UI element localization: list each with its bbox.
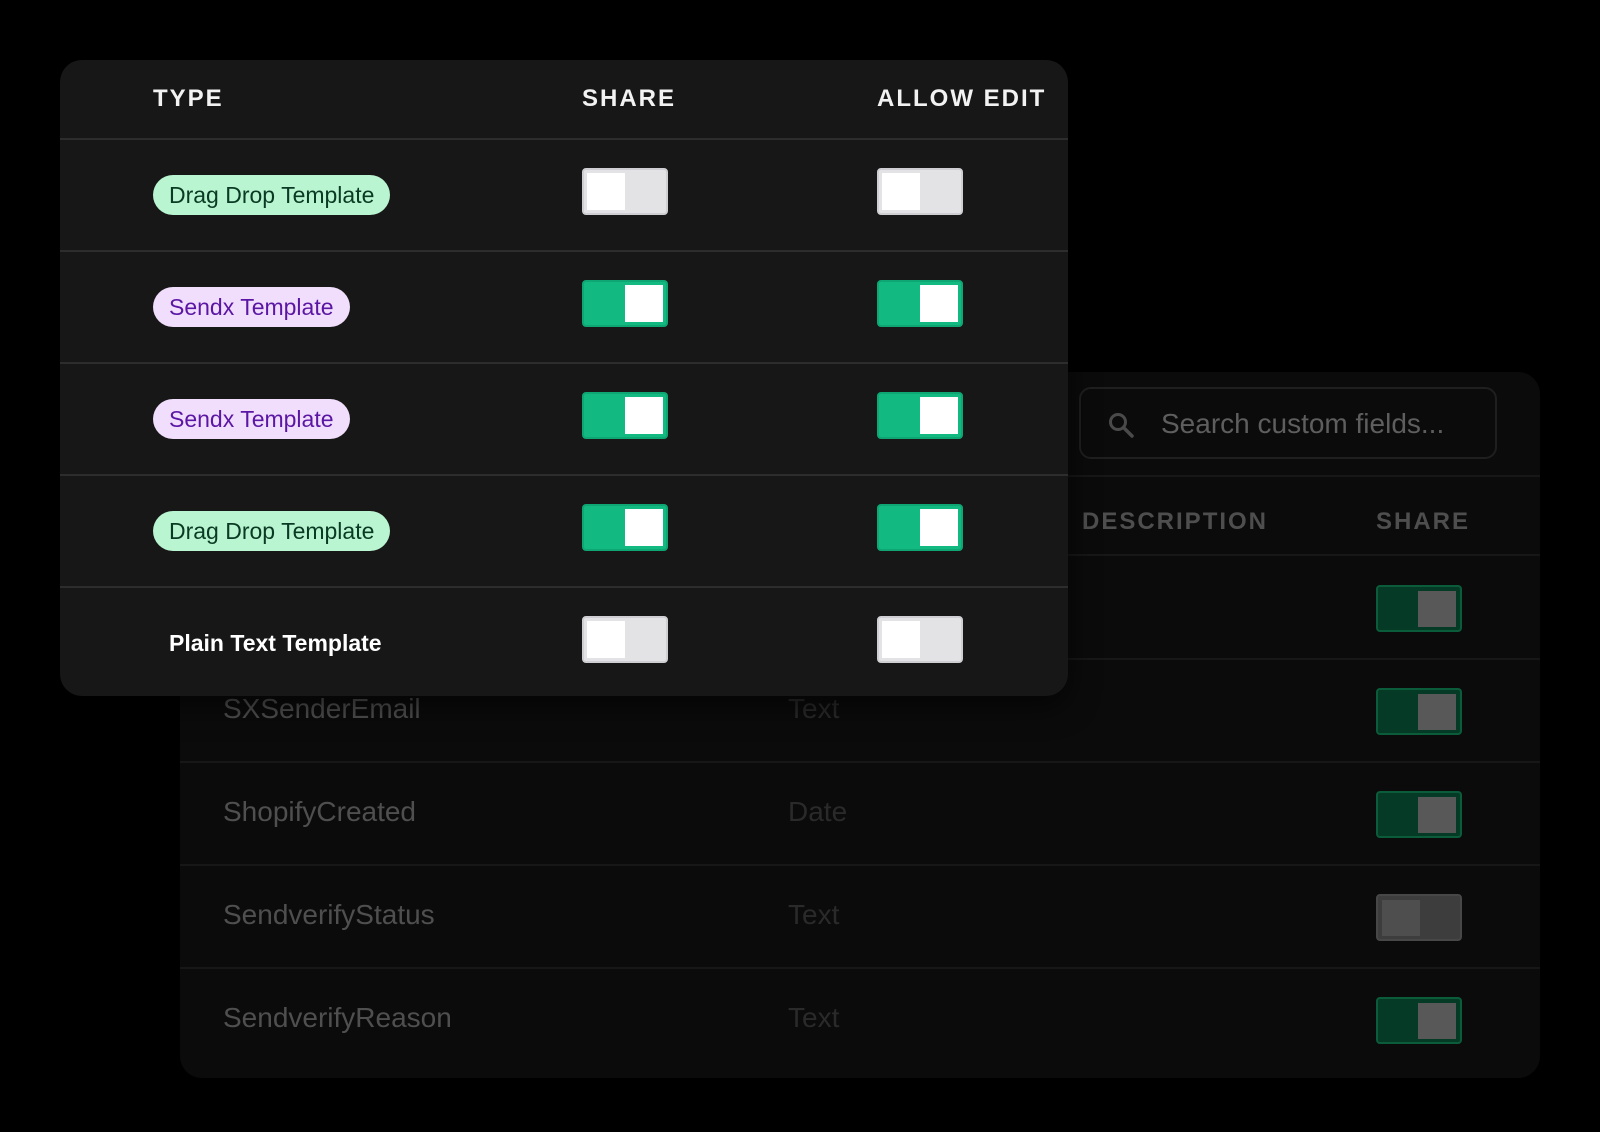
share-toggle[interactable]: [582, 168, 668, 215]
table-row: Plain Text Template: [60, 588, 1068, 696]
share-toggle[interactable]: [1376, 791, 1462, 838]
allow-edit-toggle[interactable]: [877, 616, 963, 663]
share-toggle[interactable]: [582, 616, 668, 663]
toggle-knob: [1418, 694, 1456, 730]
toggle-knob: [1418, 1003, 1456, 1039]
template-type-badge: Drag Drop Template: [153, 175, 391, 215]
column-header-description: DESCRIPTION: [1082, 508, 1269, 535]
toggle-knob: [882, 173, 920, 210]
field-type: Text: [788, 693, 840, 724]
table-row: SendverifyReason Text: [180, 968, 1540, 1071]
share-toggle[interactable]: [1376, 585, 1462, 632]
template-type-badge: Sendx Template: [153, 287, 350, 327]
toggle-knob: [587, 621, 625, 658]
field-type: Date: [788, 796, 848, 827]
table-row: Drag Drop Template: [60, 140, 1068, 250]
allow-edit-toggle[interactable]: [877, 504, 963, 551]
field-name: SendverifyReason: [223, 1002, 452, 1033]
table-row: ShopifyCreated Date: [180, 762, 1540, 865]
template-type-label: Plain Text Template: [169, 630, 382, 656]
field-name: ShopifyCreated: [223, 796, 417, 827]
table-row: Drag Drop Template: [60, 476, 1068, 586]
allow-edit-toggle[interactable]: [877, 280, 963, 327]
allow-edit-toggle[interactable]: [877, 392, 963, 439]
toggle-knob: [920, 397, 958, 434]
template-type-badge: Drag Drop Template: [153, 511, 391, 551]
toggle-knob: [920, 285, 958, 322]
field-name: SXSenderEmail: [223, 693, 421, 724]
toggle-knob: [1382, 900, 1420, 936]
column-header-share: SHARE: [1376, 508, 1471, 535]
share-toggle[interactable]: [1376, 688, 1462, 735]
toggle-knob: [882, 621, 920, 658]
share-toggle[interactable]: [582, 392, 668, 439]
field-type: Text: [788, 1002, 840, 1033]
search-placeholder: Search custom fields...: [1161, 408, 1445, 439]
toggle-knob: [1418, 591, 1456, 627]
share-toggle[interactable]: [1376, 997, 1462, 1044]
table-row: SendverifyStatus Text: [180, 865, 1540, 968]
table-row: Sendx Template: [60, 252, 1068, 362]
field-name: SendverifyStatus: [223, 899, 435, 930]
column-header-allow-edit: ALLOW EDIT: [877, 85, 1047, 112]
allow-edit-toggle[interactable]: [877, 168, 963, 215]
field-type: Text: [788, 899, 840, 930]
toggle-knob: [920, 509, 958, 546]
search-custom-fields-input[interactable]: Search custom fields...: [1079, 387, 1497, 459]
share-toggle[interactable]: [582, 504, 668, 551]
share-toggle[interactable]: [1376, 894, 1462, 941]
toggle-knob: [625, 285, 663, 322]
table-row: Sendx Template: [60, 364, 1068, 474]
column-header-type: TYPE: [153, 85, 224, 112]
template-type-badge: Sendx Template: [153, 399, 350, 439]
toggle-knob: [1418, 797, 1456, 833]
template-sharing-panel: TYPE SHARE ALLOW EDIT Drag Drop Template…: [60, 60, 1068, 696]
column-header-share: SHARE: [582, 85, 677, 112]
share-toggle[interactable]: [582, 280, 668, 327]
toggle-knob: [625, 509, 663, 546]
search-icon: [1109, 413, 1134, 438]
toggle-knob: [587, 173, 625, 210]
toggle-knob: [625, 397, 663, 434]
